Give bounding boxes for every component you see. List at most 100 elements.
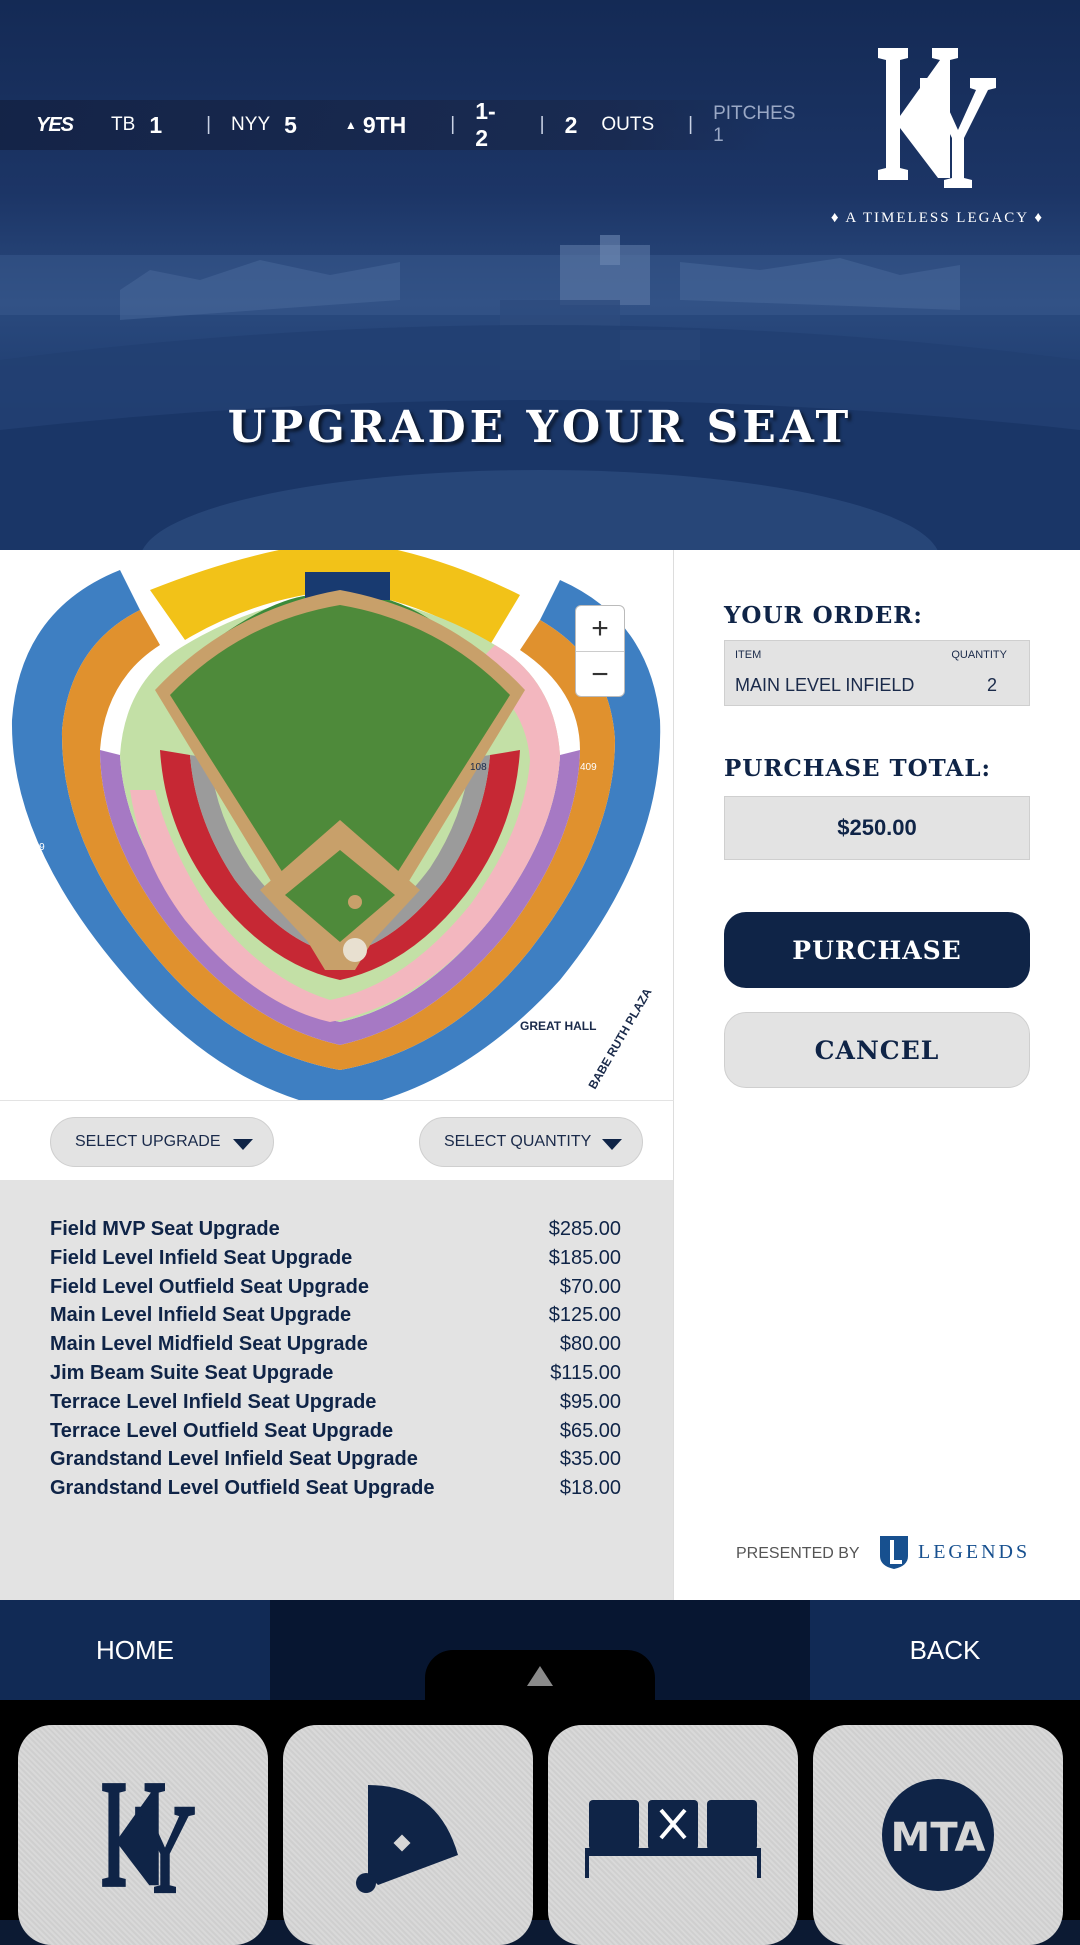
tagline: ♦ A TIMELESS LEGACY ♦	[830, 210, 1044, 226]
upgrade-name: Grandstand Level Infield Seat Upgrade	[50, 1448, 418, 1471]
item-column-header: ITEM	[735, 649, 762, 661]
chevron-up-icon	[527, 1666, 553, 1686]
dock-tile-ballfield[interactable]	[283, 1725, 533, 1945]
bottom-nav: HOME BACK	[0, 1600, 1080, 1702]
list-item: Grandstand Level Infield Seat Upgrade $35…	[50, 1448, 621, 1477]
upgrade-name: Terrace Level Outfield Seat Upgrade	[50, 1419, 394, 1442]
total-heading: PURCHASE TOTAL:	[724, 755, 992, 782]
dock-tile-mta[interactable]: MTA	[813, 1725, 1063, 1945]
upgrade-price: $65.00	[559, 1419, 621, 1442]
away-team: TB	[111, 114, 136, 135]
select-upgrade-label: SELECT UPGRADE	[75, 1133, 221, 1150]
back-button[interactable]: BACK	[810, 1600, 1080, 1700]
order-summary: ITEM QUANTITY MAIN LEVEL INFIELD 2	[724, 640, 1030, 706]
upgrade-price: $125.00	[548, 1304, 621, 1327]
list-item: Terrace Level Infield Seat Upgrade $95.00	[50, 1391, 621, 1420]
upgrade-price: $95.00	[559, 1390, 621, 1413]
select-quantity-label: SELECT QUANTITY	[444, 1133, 592, 1150]
inning-top-icon: ▲	[344, 118, 357, 132]
upgrade-price-list: Field MVP Seat Upgrade $285.00 Field Leve…	[0, 1180, 674, 1600]
list-item: Terrace Level Outfield Seat Upgrade $65.0…	[50, 1420, 621, 1449]
main-panel: 108 409 429 GREAT HALL BABE RUTH PLAZA +…	[0, 550, 1080, 1600]
upgrade-selectors: SELECT UPGRADE SELECT QUANTITY	[0, 1100, 674, 1180]
yankees-logo-icon	[102, 1783, 195, 1894]
upgrade-name: Field MVP Seat Upgrade	[50, 1218, 280, 1240]
upgrade-price: $18.00	[559, 1477, 621, 1500]
home-button[interactable]: HOME	[0, 1600, 270, 1700]
list-item: Field Level Infield Seat Upgrade $185.00	[50, 1247, 621, 1276]
seat-map-graphic[interactable]: 108 409 429 GREAT HALL BABE RUTH PLAZA	[0, 550, 674, 1100]
list-item: Main Level Infield Seat Upgrade $125.00	[50, 1304, 621, 1333]
upgrade-price: $285.00	[548, 1218, 621, 1240]
order-item: MAIN LEVEL INFIELD	[735, 675, 915, 695]
section-label: 409	[580, 762, 597, 773]
dock-toggle-button[interactable]	[425, 1650, 655, 1702]
page-title: UPGRADE YOUR SEAT	[227, 402, 853, 453]
tagline-text: A TIMELESS LEGACY	[845, 210, 1029, 226]
purchase-total: $250.00	[724, 796, 1030, 860]
upgrade-price: $115.00	[550, 1361, 621, 1384]
sponsor-name: LEGENDS	[918, 1540, 1031, 1563]
stadium-seat-map[interactable]: 108 409 429 GREAT HALL BABE RUTH PLAZA +…	[0, 550, 674, 1100]
yankees-logo-icon	[878, 48, 996, 188]
order-quantity: 2	[986, 675, 997, 695]
separator: |	[450, 114, 456, 135]
network-logo: YES	[36, 113, 74, 136]
list-item: Jim Beam Suite Seat Upgrade $115.00	[50, 1362, 621, 1391]
hero-banner: YES TB 1 | NYY 5 ▲ 9TH | 1-2 | 2 OUTS | …	[0, 0, 1080, 550]
away-score: 1	[149, 111, 163, 138]
order-heading: YOUR ORDER:	[724, 602, 923, 629]
upgrade-price: $35.00	[559, 1448, 621, 1471]
separator: |	[688, 114, 694, 135]
zoom-out-button[interactable]: −	[576, 652, 624, 698]
chevron-down-icon	[233, 1139, 253, 1150]
select-quantity-dropdown[interactable]: SELECT QUANTITY	[419, 1117, 643, 1167]
pitches-label: PITCHES 1	[713, 103, 796, 146]
upgrade-price: $80.00	[559, 1333, 621, 1356]
presented-by-label: PRESENTED BY	[736, 1545, 860, 1562]
dock-tile-yankees[interactable]	[18, 1725, 268, 1945]
purchase-button[interactable]: PURCHASE	[724, 912, 1030, 988]
upgrade-name: Field Level Outfield Seat Upgrade	[50, 1275, 369, 1298]
svg-text:MTA: MTA	[891, 1815, 986, 1861]
section-label: 108	[470, 762, 487, 773]
upgrade-name: Main Level Infield Seat Upgrade	[50, 1304, 352, 1327]
upgrade-name: Terrace Level Infield Seat Upgrade	[50, 1390, 377, 1413]
outs-number: 2	[564, 111, 578, 138]
upgrade-name: Field Level Infield Seat Upgrade	[50, 1246, 353, 1269]
section-label: GREAT HALL	[520, 1019, 596, 1033]
scorebar: YES TB 1 | NYY 5 ▲ 9TH | 1-2 | 2 OUTS | …	[0, 98, 795, 151]
pitch-count: 1-2	[475, 98, 496, 151]
separator: |	[206, 114, 212, 135]
legends-shield-icon	[880, 1536, 908, 1569]
ballfield-icon	[356, 1785, 458, 1893]
upgrade-price: $70.00	[559, 1275, 621, 1298]
order-panel: YOUR ORDER: ITEM QUANTITY MAIN LEVEL INF…	[674, 550, 1080, 1600]
upgrade-price: $185.00	[548, 1246, 621, 1269]
home-score: 5	[284, 111, 297, 138]
sponsor-logo: LEGENDS	[878, 1534, 1030, 1570]
mta-icon: MTA	[882, 1779, 994, 1891]
list-item: Grandstand Level Outfield Seat Upgrade $1…	[50, 1477, 621, 1506]
zoom-control[interactable]: + −	[575, 605, 625, 697]
cancel-button[interactable]: CANCEL	[724, 1012, 1030, 1088]
list-item: Field Level Outfield Seat Upgrade $70.00	[50, 1276, 621, 1305]
dock-tile-seats-dining[interactable]	[548, 1725, 798, 1945]
select-upgrade-dropdown[interactable]: SELECT UPGRADE	[50, 1117, 274, 1167]
section-label: 429	[28, 842, 45, 853]
inning: 9TH	[362, 111, 407, 138]
zoom-in-button[interactable]: +	[576, 606, 624, 652]
section-label: BABE RUTH PLAZA	[585, 985, 654, 1091]
upgrade-name: Jim Beam Suite Seat Upgrade	[50, 1361, 334, 1384]
list-item: Field MVP Seat Upgrade $285.00	[50, 1218, 621, 1247]
app-dock: MTA	[0, 1700, 1080, 1945]
separator: |	[539, 114, 545, 135]
outs-label: OUTS	[601, 114, 655, 135]
list-item: Main Level Midfield Seat Upgrade $80.00	[50, 1333, 621, 1362]
upgrade-name: Grandstand Level Outfield Seat Upgrade	[50, 1477, 435, 1500]
upgrade-name: Main Level Midfield Seat Upgrade	[50, 1333, 368, 1356]
chevron-down-icon	[602, 1139, 622, 1150]
seats-dining-icon	[585, 1800, 761, 1878]
home-team: NYY	[231, 114, 271, 135]
quantity-column-header: QUANTITY	[951, 649, 1007, 661]
